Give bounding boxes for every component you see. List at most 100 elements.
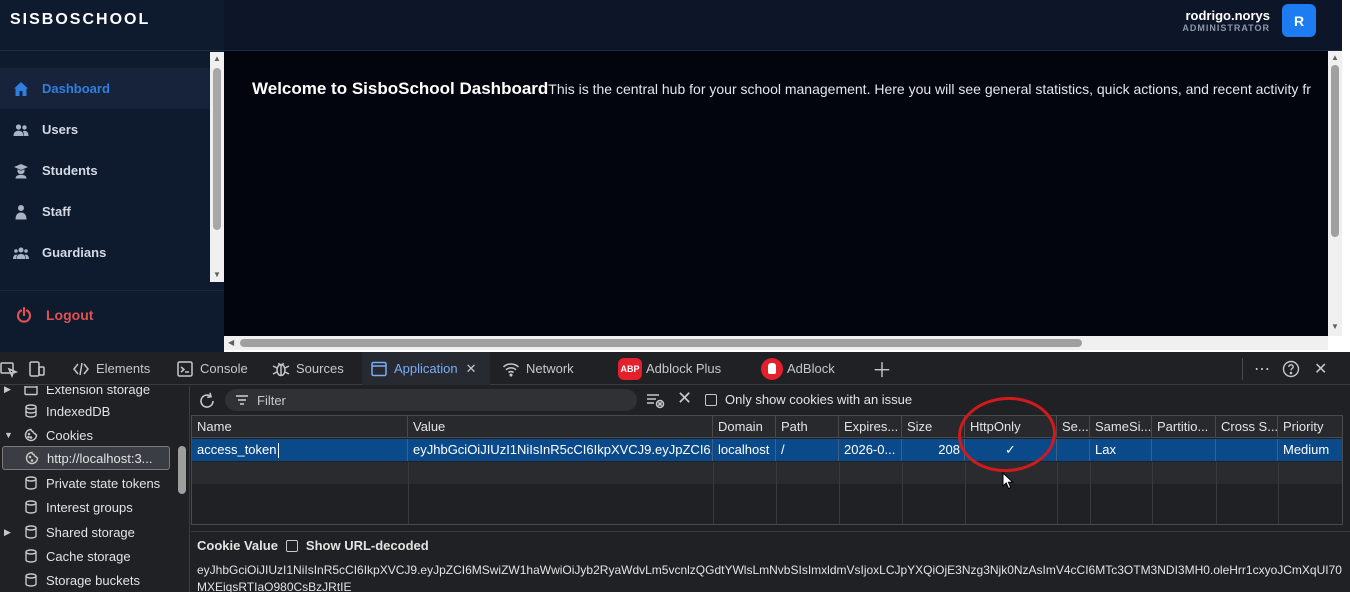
main-horizontal-scrollbar[interactable]: ◀ <box>224 336 1328 350</box>
nav-item-users[interactable]: Users <box>0 109 210 150</box>
tab-sources[interactable]: Sources <box>272 352 344 385</box>
refresh-button[interactable] <box>197 391 217 411</box>
adblock-plus-icon: ABP <box>618 357 642 380</box>
cookie-value-text[interactable]: eyJhbGciOiJIUzI1NiIsInR5cCI6IkpXVCJ9.eyJ… <box>197 562 1347 592</box>
scroll-up-arrow-icon[interactable]: ▲ <box>1331 53 1339 62</box>
sidebar-scroll-thumb[interactable] <box>178 446 186 494</box>
column-divider <box>776 462 777 524</box>
table-row-empty <box>192 462 1342 484</box>
cell-path[interactable]: / <box>776 439 839 461</box>
main-vertical-scroll-thumb[interactable] <box>1331 65 1339 237</box>
wifi-icon <box>502 362 520 377</box>
tree-cookies[interactable]: ▼ Cookies <box>0 423 172 447</box>
column-header-cross-site[interactable]: Cross S... <box>1216 416 1278 438</box>
sidebar-scrollbar[interactable]: ▲ ▼ <box>210 52 224 282</box>
cell-name[interactable]: access_token <box>192 439 408 461</box>
cookie-name: access_token <box>197 442 277 457</box>
cell-secure[interactable] <box>1057 439 1090 461</box>
tab-network[interactable]: Network <box>502 352 574 385</box>
welcome-heading: Welcome to SisboSchool Dashboard <box>252 79 549 98</box>
tree-interest-groups[interactable]: Interest groups <box>0 495 172 519</box>
avatar[interactable]: R <box>1282 4 1316 37</box>
nav-item-students[interactable]: Students <box>0 150 210 191</box>
filter-input[interactable]: Filter <box>225 389 637 411</box>
application-sidebar: ▶ Extension storage IndexedDB ▼ Cookies … <box>0 386 190 592</box>
column-header-name[interactable]: Name <box>192 416 408 438</box>
tab-elements[interactable]: Elements <box>72 352 150 385</box>
delete-cookie-icon[interactable]: ✕ <box>677 388 692 409</box>
close-devtools-icon[interactable]: ✕ <box>1314 352 1327 385</box>
only-issue-label: Only show cookies with an issue <box>725 392 913 407</box>
inspect-element-button[interactable] <box>0 352 24 385</box>
tab-application[interactable]: Application ✕ <box>362 352 490 385</box>
cell-partition[interactable] <box>1152 439 1216 461</box>
tab-label-adblock-plus: Adblock Plus <box>646 361 722 376</box>
logout-button[interactable]: Logout <box>16 307 93 323</box>
table-row[interactable]: access_token eyJhbGciOiJIUzI1NiIsInR5cCI… <box>192 439 1342 461</box>
scroll-down-arrow-icon[interactable]: ▼ <box>212 270 222 280</box>
tree-cookie-origin-localhost[interactable]: http://localhost:3... <box>2 446 170 470</box>
expand-arrow-icon[interactable]: ▶ <box>4 386 14 395</box>
tree-label: http://localhost:3... <box>47 450 153 466</box>
bug-icon <box>272 362 290 376</box>
column-divider <box>1090 462 1091 524</box>
cell-cross-site[interactable] <box>1216 439 1278 461</box>
cell-value[interactable]: eyJhbGciOiJIUzI1NiIsInR5cCI6IkpXVCJ9.eyJ… <box>408 439 713 461</box>
checkbox-icon[interactable] <box>705 393 717 406</box>
tree-label: Cookies <box>46 427 93 443</box>
tree-storage-buckets[interactable]: Storage buckets <box>0 568 172 592</box>
nav-item-guardians[interactable]: Guardians <box>0 232 210 273</box>
column-header-partition[interactable]: Partitio... <box>1152 416 1216 438</box>
tab-adblock-plus[interactable]: ABP Adblock Plus <box>618 352 721 385</box>
column-divider <box>1216 462 1217 524</box>
tab-adblock[interactable]: AdBlock <box>761 352 835 385</box>
column-header-size[interactable]: Size <box>902 416 965 438</box>
column-header-expires[interactable]: Expires... <box>839 416 902 438</box>
nav-item-dashboard[interactable]: Dashboard <box>0 68 210 109</box>
column-header-domain[interactable]: Domain <box>713 416 776 438</box>
cell-samesite[interactable]: Lax <box>1090 439 1152 461</box>
column-header-secure[interactable]: Se... <box>1057 416 1090 438</box>
tree-label: IndexedDB <box>46 403 111 419</box>
checkbox-icon[interactable] <box>285 539 298 552</box>
scroll-down-arrow-icon[interactable]: ▼ <box>1331 322 1339 331</box>
column-header-priority[interactable]: Priority <box>1278 416 1342 438</box>
tree-label: Shared storage <box>46 524 135 540</box>
column-divider <box>1057 462 1058 524</box>
cell-domain[interactable]: localhost <box>713 439 776 461</box>
cell-expires[interactable]: 2026-0... <box>839 439 902 461</box>
collapse-arrow-icon[interactable]: ▼ <box>4 430 14 440</box>
only-issue-checkbox[interactable]: Only show cookies with an issue <box>705 392 912 407</box>
scroll-up-arrow-icon[interactable]: ▲ <box>212 54 222 64</box>
main-vertical-scrollbar[interactable]: ▲ ▼ <box>1328 51 1342 336</box>
expand-arrow-icon[interactable]: ▶ <box>4 527 14 538</box>
nav-list: Dashboard Users Students Staff Guardians <box>0 68 210 273</box>
nav-label-staff: Staff <box>42 204 71 219</box>
column-header-samesite[interactable]: SameSi... <box>1090 416 1152 438</box>
tree-label: Private state tokens <box>46 475 161 491</box>
device-toolbar-button[interactable] <box>28 352 52 385</box>
clear-filtered-cookies-button[interactable] <box>645 391 667 411</box>
show-url-decoded-checkbox[interactable]: Show URL-decoded <box>285 538 429 553</box>
tree-indexeddb[interactable]: IndexedDB <box>0 399 172 423</box>
welcome-message: Welcome to SisboSchool DashboardThis is … <box>252 79 1311 99</box>
tree-shared-storage[interactable]: ▶ Shared storage <box>0 520 172 544</box>
cell-priority[interactable]: Medium <box>1278 439 1342 461</box>
main-horizontal-scroll-thumb[interactable] <box>240 339 1082 347</box>
add-tab-button[interactable]: ＋ <box>872 352 892 385</box>
sidebar-scroll-thumb[interactable] <box>213 68 221 230</box>
tree-cache-storage[interactable]: Cache storage <box>0 544 172 568</box>
column-header-value[interactable]: Value <box>408 416 713 438</box>
database-icon <box>24 500 38 514</box>
close-tab-icon[interactable]: ✕ <box>466 361 477 377</box>
cell-size[interactable]: 208 <box>902 439 965 461</box>
scroll-left-arrow-icon[interactable]: ◀ <box>228 338 234 347</box>
application-icon <box>371 361 387 376</box>
tree-private-state-tokens[interactable]: Private state tokens <box>0 471 172 495</box>
help-icon[interactable] <box>1282 352 1300 385</box>
more-options-icon[interactable]: ⋯ <box>1254 352 1270 385</box>
nav-item-staff[interactable]: Staff <box>0 191 210 232</box>
text-cursor <box>277 443 279 459</box>
tab-console[interactable]: Console <box>176 352 248 385</box>
column-header-path[interactable]: Path <box>776 416 839 438</box>
